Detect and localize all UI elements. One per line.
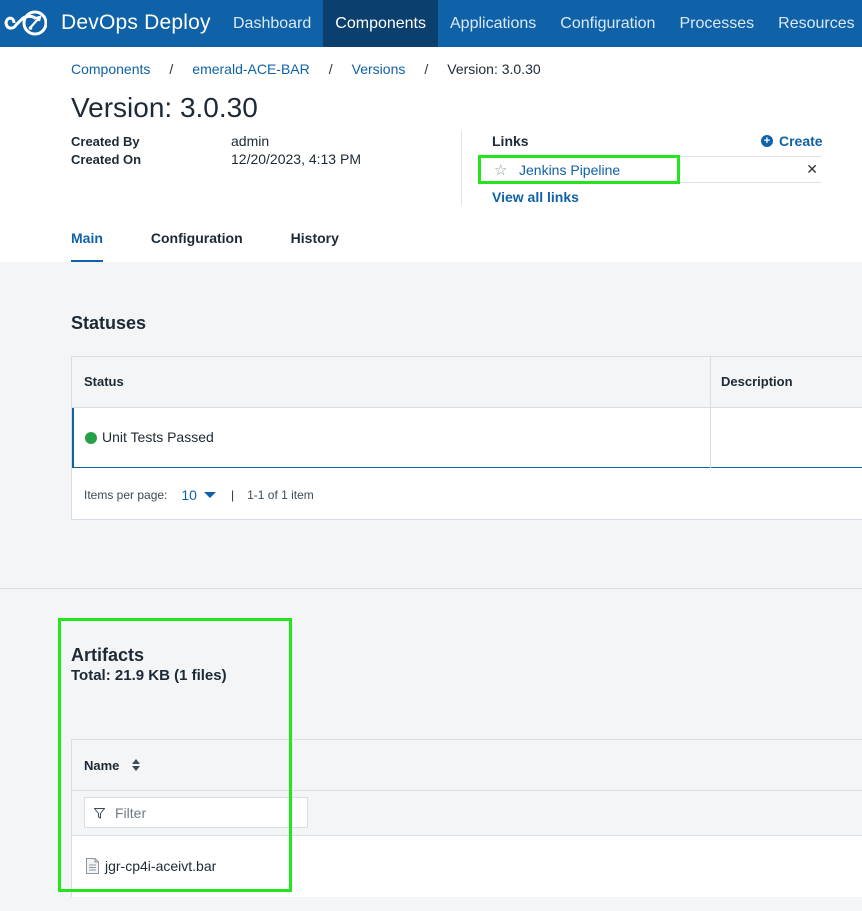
tab-history[interactable]: History [291, 222, 339, 263]
tab-configuration[interactable]: Configuration [151, 222, 243, 263]
breadcrumb-separator: / [328, 61, 333, 77]
create-link-button[interactable]: + Create [761, 133, 823, 149]
view-all-links[interactable]: View all links [492, 189, 579, 205]
page-title: Version: 3.0.30 [71, 92, 258, 123]
statuses-table: Status Description Unit Tests Passed Ite… [71, 356, 862, 520]
breadcrumb: Components / emerald-ACE-BAR / Versions … [71, 61, 541, 77]
metadata-divider [461, 131, 462, 205]
nav-resources[interactable]: Resources [766, 0, 862, 47]
status-name: Unit Tests Passed [102, 429, 214, 445]
status-dot-icon [85, 432, 97, 444]
links-title: Links [492, 133, 529, 149]
breadcrumb-separator: / [169, 61, 174, 77]
chevron-down-icon[interactable] [203, 492, 216, 498]
brand-name[interactable]: DevOps Deploy [61, 11, 211, 35]
tab-main[interactable]: Main [71, 222, 103, 263]
items-per-page-select[interactable]: 10 [181, 487, 197, 503]
items-per-page-label: Items per page: [84, 488, 168, 502]
version-tabs: Main Configuration History [71, 222, 387, 263]
column-header-description[interactable]: Description [721, 374, 793, 389]
created-by-value: admin [231, 133, 270, 149]
highlight-box-artifacts [58, 618, 292, 892]
nav-dashboard[interactable]: Dashboard [221, 0, 323, 47]
pager-separator: | [230, 488, 235, 502]
nav-components[interactable]: Components [323, 0, 438, 47]
statuses-title: Statuses [71, 313, 147, 333]
created-on-label: Created On [71, 152, 142, 167]
pager-range: 1-1 of 1 item [247, 488, 314, 502]
column-divider [710, 357, 711, 468]
main-nav: Dashboard Components Applications Config… [221, 0, 862, 47]
top-nav-bar: DevOps Deploy Dashboard Components Appli… [0, 0, 862, 47]
highlight-box-link [478, 155, 680, 184]
nav-configuration[interactable]: Configuration [548, 0, 667, 47]
created-by-label: Created By [71, 134, 140, 149]
remove-link-close-icon[interactable]: ✕ [806, 161, 818, 178]
pagination: Items per page: 10 | 1-1 of 1 item [84, 487, 314, 503]
created-on-value: 12/20/2023, 4:13 PM [231, 151, 361, 167]
create-link-label: Create [779, 133, 823, 149]
nav-processes[interactable]: Processes [667, 0, 766, 47]
nav-applications[interactable]: Applications [438, 0, 548, 47]
breadcrumb-current: Version: 3.0.30 [447, 61, 541, 77]
breadcrumb-components[interactable]: Components [71, 61, 150, 77]
column-header-status[interactable]: Status [84, 374, 124, 389]
breadcrumb-versions[interactable]: Versions [352, 61, 406, 77]
breadcrumb-component-name[interactable]: emerald-ACE-BAR [192, 61, 309, 77]
breadcrumb-separator: / [424, 61, 429, 77]
table-row[interactable]: Unit Tests Passed [72, 408, 862, 468]
plus-circle-icon: + [761, 135, 773, 147]
statuses-table-header: Status Description [72, 357, 862, 408]
section-divider [0, 588, 862, 589]
devops-logo-icon[interactable] [3, 8, 47, 38]
